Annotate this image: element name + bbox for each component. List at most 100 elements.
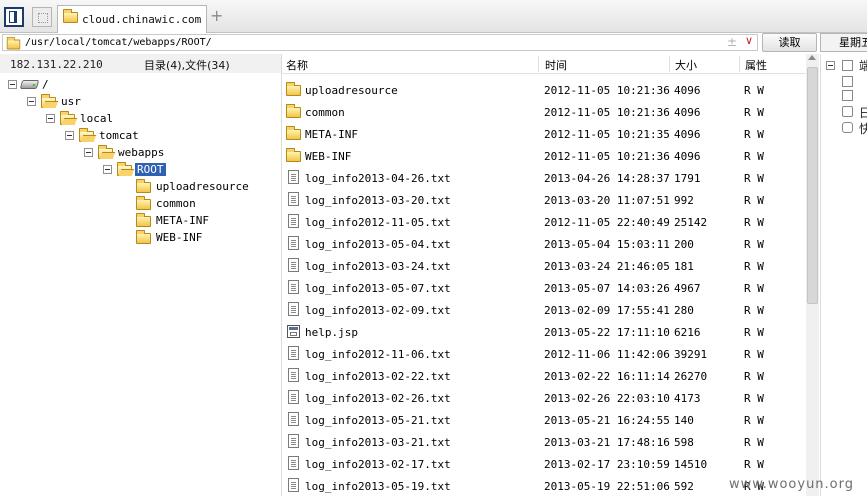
- tree-node-label: WEB-INF: [156, 231, 203, 244]
- folder-icon: [63, 9, 78, 23]
- file-row[interactable]: log_info2013-05-19.txt 2013-05-19 22:51:0…: [282, 474, 806, 496]
- file-row[interactable]: log_info2013-05-04.txt 2013-05-04 15:03:1…: [282, 232, 806, 254]
- file-name: log_info2013-03-24.txt: [305, 260, 451, 273]
- file-attr: R W: [744, 128, 764, 141]
- side-item-label[interactable]: 日: [859, 104, 867, 121]
- file-row[interactable]: help.jsp 2013-05-22 17:11:10 6216 R W: [282, 320, 806, 342]
- file-time: 2013-03-21 17:48:16: [544, 436, 670, 449]
- collapse-icon[interactable]: [46, 114, 55, 123]
- column-header-attr[interactable]: 属性: [745, 57, 767, 73]
- text-file-icon: [288, 236, 299, 250]
- file-time: 2013-05-07 14:03:26: [544, 282, 670, 295]
- file-size: 4096: [674, 128, 701, 141]
- file-name: log_info2012-11-05.txt: [305, 216, 451, 229]
- file-size: 4096: [674, 84, 701, 97]
- file-time: 2013-02-17 23:10:59: [544, 458, 670, 471]
- file-time: 2012-11-05 22:40:49: [544, 216, 670, 229]
- file-row[interactable]: log_info2013-02-26.txt 2013-02-26 22:03:1…: [282, 386, 806, 408]
- tree-node-label: uploadresource: [156, 180, 249, 193]
- file-size: 280: [674, 304, 694, 317]
- panel-toggle-button[interactable]: [4, 7, 24, 27]
- page-icon: [842, 76, 853, 87]
- file-row[interactable]: log_info2013-02-17.txt 2013-02-17 23:10:5…: [282, 452, 806, 474]
- chevron-down-icon[interactable]: ∨: [745, 34, 753, 47]
- file-size: 140: [674, 414, 694, 427]
- text-file-icon: [288, 456, 299, 470]
- file-name: log_info2013-04-26.txt: [305, 172, 451, 185]
- file-row[interactable]: log_info2013-04-26.txt 2013-04-26 14:28:3…: [282, 166, 806, 188]
- collapse-icon[interactable]: [8, 80, 17, 89]
- file-name: log_info2012-11-06.txt: [305, 348, 451, 361]
- file-name: log_info2013-02-17.txt: [305, 458, 451, 471]
- tab-cloud-chinawic[interactable]: cloud.chinawic.com: [57, 5, 207, 34]
- folder-icon: [286, 148, 301, 162]
- tree-node-label: webapps: [118, 146, 165, 159]
- collapse-icon[interactable]: [27, 97, 36, 106]
- file-row[interactable]: log_info2013-05-07.txt 2013-05-07 14:03:2…: [282, 276, 806, 298]
- file-row[interactable]: log_info2013-02-09.txt 2013-02-09 17:55:4…: [282, 298, 806, 320]
- side-item-label[interactable]: 快: [859, 120, 867, 137]
- file-time: 2013-03-20 11:07:51: [544, 194, 670, 207]
- column-header-size[interactable]: 大小: [675, 57, 697, 73]
- file-attr: R W: [744, 238, 764, 251]
- file-row[interactable]: log_info2013-05-21.txt 2013-05-21 16:24:5…: [282, 408, 806, 430]
- column-divider[interactable]: [538, 56, 539, 72]
- page-icon: [842, 90, 853, 101]
- file-name: META-INF: [305, 128, 358, 141]
- file-attr: R W: [744, 348, 764, 361]
- file-name: help.jsp: [305, 326, 358, 339]
- blank-tab-button[interactable]: [32, 7, 52, 27]
- tree-node-label: local: [80, 112, 114, 125]
- file-attr: R W: [744, 260, 764, 273]
- add-tab-button[interactable]: +: [210, 6, 223, 25]
- file-attr: R W: [744, 304, 764, 317]
- file-row[interactable]: log_info2012-11-05.txt 2012-11-05 22:40:4…: [282, 210, 806, 232]
- file-name: log_info2013-05-07.txt: [305, 282, 451, 295]
- folder-icon: [286, 104, 301, 118]
- read-button[interactable]: 读取: [762, 33, 817, 52]
- file-size: 592: [674, 480, 694, 493]
- server-ip: 182.131.22.210: [10, 58, 103, 71]
- folder-icon: [286, 126, 301, 140]
- text-file-icon: [288, 170, 299, 184]
- file-size: 181: [674, 260, 694, 273]
- folder-icon: [136, 179, 151, 193]
- file-time: 2013-02-22 16:11:14: [544, 370, 670, 383]
- folder-row[interactable]: META-INF 2012-11-05 10:21:35 4096 R W: [282, 122, 806, 144]
- file-attr: R W: [744, 458, 764, 471]
- side-item-label[interactable]: 端: [859, 57, 867, 74]
- drive-icon: [19, 80, 40, 89]
- text-file-icon: [288, 412, 299, 426]
- plus-minus-icon[interactable]: ±: [727, 35, 737, 49]
- collapse-icon[interactable]: [826, 61, 835, 70]
- file-row[interactable]: log_info2013-02-22.txt 2013-02-22 16:11:1…: [282, 364, 806, 386]
- folder-icon: [6, 36, 21, 50]
- column-header-time[interactable]: 时间: [545, 57, 567, 73]
- vertical-scrollbar[interactable]: [806, 54, 819, 496]
- column-divider[interactable]: [669, 56, 670, 72]
- collapse-icon[interactable]: [65, 131, 74, 140]
- collapse-icon[interactable]: [103, 165, 112, 174]
- collapse-icon[interactable]: [84, 148, 93, 157]
- file-row[interactable]: log_info2012-11-06.txt 2012-11-06 11:42:0…: [282, 342, 806, 364]
- path-input[interactable]: /usr/local/tomcat/webapps/ROOT/ ± ∨: [2, 34, 758, 51]
- file-size: 4096: [674, 150, 701, 163]
- weekday-tab[interactable]: 星期五: [820, 33, 867, 52]
- file-attr: R W: [744, 106, 764, 119]
- column-header-name[interactable]: 名称: [286, 57, 308, 73]
- file-time: 2012-11-06 11:42:06: [544, 348, 670, 361]
- folder-row[interactable]: uploadresource 2012-11-05 10:21:36 4096 R W: [282, 78, 806, 100]
- scrollbar-thumb[interactable]: [807, 67, 818, 304]
- folder-row[interactable]: WEB-INF 2012-11-05 10:21:36 4096 R W: [282, 144, 806, 166]
- column-divider[interactable]: [739, 56, 740, 72]
- folder-row[interactable]: common 2012-11-05 10:21:36 4096 R W: [282, 100, 806, 122]
- path-text[interactable]: /usr/local/tomcat/webapps/ROOT/: [25, 37, 212, 48]
- file-time: 2013-05-21 16:24:55: [544, 414, 670, 427]
- file-time: 2012-11-05 10:21:35: [544, 128, 670, 141]
- file-row[interactable]: log_info2013-03-24.txt 2013-03-24 21:46:0…: [282, 254, 806, 276]
- folder-open-icon: [41, 94, 56, 108]
- text-file-icon: [288, 280, 299, 294]
- file-row[interactable]: log_info2013-03-21.txt 2013-03-21 17:48:1…: [282, 430, 806, 452]
- scroll-up-arrow-icon[interactable]: [808, 55, 816, 60]
- file-row[interactable]: log_info2013-03-20.txt 2013-03-20 11:07:5…: [282, 188, 806, 210]
